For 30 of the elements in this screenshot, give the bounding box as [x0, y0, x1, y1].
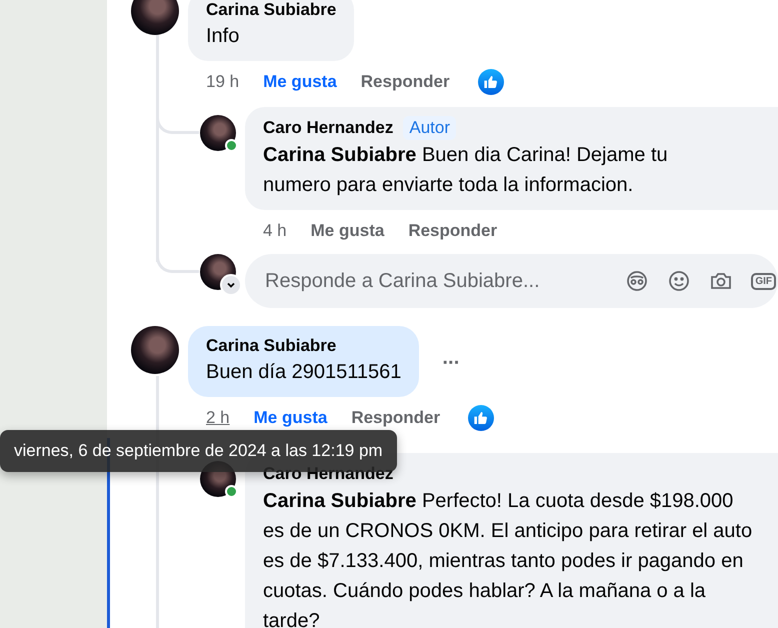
reply-text: Carina Subiabre Perfecto! La cuota desde $198.000 es de un CRONOS 0KM. El anticipo para retirar el auto es de $7.133.400, mientras tanto podes ir pagando en cuotas. Cuándo podes hablar? A la mañana o a la tarde? — [263, 489, 754, 628]
avatar[interactable] — [131, 326, 179, 374]
reply-input-field[interactable]: Responde a Carina Subiabre... — [263, 268, 608, 294]
emoji-icon[interactable] — [667, 269, 692, 293]
author-name[interactable]: Caro Hernandez — [263, 117, 394, 139]
reply-link[interactable]: Responder — [408, 221, 498, 241]
reply-composer[interactable]: Responde a Carina Subiabre... GIF — [245, 254, 778, 308]
author-name[interactable]: Carina Subiabre — [206, 335, 402, 357]
reply-text: Carina Subiabre Buen dia Carina! Dejame tu numero para enviarte toda la informacion. — [263, 143, 669, 198]
reply-link[interactable]: Responder — [360, 72, 450, 92]
gif-icon[interactable]: GIF — [751, 272, 776, 290]
comment-text: Buen día 2901511561 — [206, 360, 402, 385]
chevron-icon[interactable] — [220, 274, 242, 296]
comment-time[interactable]: 2 h — [206, 408, 230, 428]
comment-text: Info — [206, 24, 240, 49]
like-link[interactable]: Me gusta — [310, 221, 384, 241]
avatar[interactable] — [200, 115, 236, 151]
like-link[interactable]: Me gusta — [263, 72, 337, 92]
like-reaction-icon[interactable] — [468, 405, 494, 431]
avatar[interactable] — [131, 0, 179, 35]
comment-time[interactable]: 4 h — [263, 221, 287, 241]
more-button[interactable]: ··· — [434, 348, 468, 379]
author-badge: Autor — [403, 116, 456, 140]
author-name[interactable]: Carina Subiabre — [206, 0, 336, 21]
like-reaction-icon[interactable] — [478, 69, 504, 95]
avatar-sticker-icon[interactable] — [625, 269, 650, 293]
like-link[interactable]: Me gusta — [254, 408, 328, 428]
date-tooltip: viernes, 6 de septiembre de 2024 a las 12:19 pm — [0, 430, 397, 472]
comment-time[interactable]: 19 h — [206, 72, 240, 92]
reply-link[interactable]: Responder — [351, 408, 440, 428]
